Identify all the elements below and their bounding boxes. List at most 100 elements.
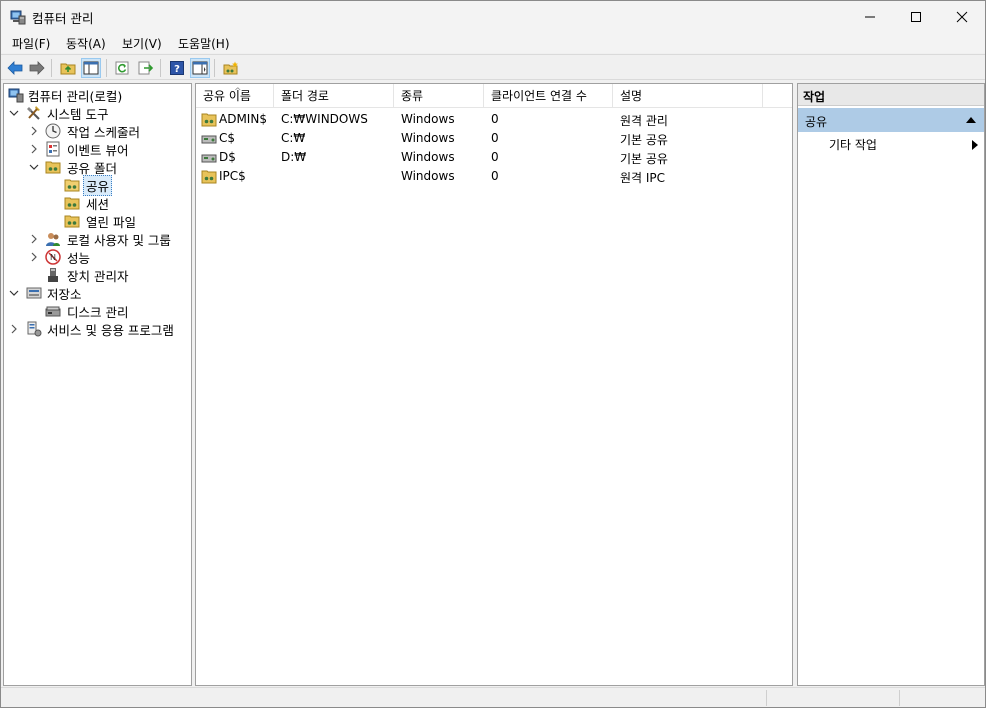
- new-share-button[interactable]: [221, 58, 241, 78]
- tree-label: 공유: [83, 174, 113, 196]
- tree-item-event-viewer[interactable]: 이벤트 뷰어: [4, 140, 191, 158]
- tree-label: 저장소: [47, 286, 82, 302]
- cell-client-connections: 0: [491, 169, 499, 183]
- chevron-right-icon[interactable]: [29, 126, 39, 136]
- tree-label: 서비스 및 응용 프로그램: [47, 322, 174, 338]
- cell-description: 기본 공유: [620, 133, 668, 147]
- tree-item-open-files[interactable]: 열린 파일: [4, 212, 191, 230]
- toolbar-separator: [160, 59, 161, 77]
- chevron-down-icon[interactable]: [9, 288, 19, 298]
- tree-label: 시스템 도구: [47, 106, 109, 122]
- tree-label: 세션: [86, 196, 110, 212]
- forward-button[interactable]: [27, 58, 47, 78]
- back-button[interactable]: [5, 58, 25, 78]
- tree-item-task-scheduler[interactable]: 작업 스케줄러: [4, 122, 191, 140]
- column-header-type[interactable]: 종류: [394, 84, 484, 108]
- drive-share-icon: [201, 154, 217, 163]
- share-folder-icon: [201, 170, 217, 184]
- cell-share-name: C$: [219, 131, 236, 145]
- menu-help[interactable]: 도움말(H): [175, 34, 233, 53]
- column-header-description[interactable]: 설명: [613, 84, 763, 108]
- tools-icon: [27, 106, 40, 120]
- maximize-button[interactable]: [893, 1, 939, 32]
- toolbar: ?: [1, 54, 985, 80]
- column-header-folder-path[interactable]: 폴더 경로: [274, 84, 394, 108]
- chevron-right-icon[interactable]: [9, 324, 19, 334]
- collapse-up-icon[interactable]: [966, 116, 976, 123]
- tree-label: 이벤트 뷰어: [67, 142, 129, 158]
- sort-ascending-icon: ^: [234, 87, 242, 97]
- cell-share-name: D$: [219, 150, 236, 164]
- menu-action[interactable]: 동작(A): [63, 34, 109, 53]
- tree-label: 열린 파일: [86, 214, 136, 230]
- tree-label: 성능: [67, 250, 91, 266]
- tree-label: 디스크 관리: [67, 304, 129, 320]
- submenu-arrow-icon[interactable]: [972, 140, 978, 150]
- computer-management-window: 컴퓨터 관리 파일(F) 동작(A) 보기(V) 도움말(H) ? 컴퓨터 관리…: [0, 0, 986, 708]
- more-actions-item[interactable]: 기타 작업: [829, 136, 877, 153]
- share-folder-open-icon: [64, 179, 80, 192]
- disk-icon: [45, 306, 61, 317]
- console-tree: 컴퓨터 관리(로컬) 시스템 도구 작업 스케줄러 이벤트 뷰어 공유 폴더 공…: [3, 83, 192, 686]
- drive-share-icon: [201, 135, 217, 144]
- up-folder-icon: [60, 63, 76, 75]
- minimize-icon: [865, 16, 875, 17]
- forward-icon: [29, 61, 45, 75]
- show-hide-tree-button[interactable]: [81, 58, 101, 78]
- cell-folder-path: C:₩WINDOWS: [281, 112, 368, 126]
- tree-item-local-users[interactable]: 로컬 사용자 및 그룹: [4, 230, 191, 248]
- event-viewer-icon: [46, 141, 60, 157]
- export-list-icon: [138, 61, 154, 75]
- cell-client-connections: 0: [491, 112, 499, 126]
- cell-description: 원격 IPC: [620, 171, 666, 185]
- show-hide-action-pane-button[interactable]: [190, 58, 210, 78]
- cell-folder-path: C:₩: [281, 131, 306, 145]
- tree-item-device-manager[interactable]: 장치 관리자: [4, 266, 191, 284]
- actions-pane: 작업 공유 기타 작업: [797, 83, 985, 686]
- tree-item-root[interactable]: 컴퓨터 관리(로컬): [4, 86, 191, 104]
- users-icon: [46, 233, 60, 246]
- actions-title: 작업: [798, 84, 984, 106]
- close-button[interactable]: [939, 1, 985, 32]
- tree-item-system-tools[interactable]: 시스템 도구: [4, 104, 191, 122]
- computer-management-icon: [8, 88, 24, 103]
- sessions-folder-icon: [64, 197, 80, 210]
- tree-item-disk-management[interactable]: 디스크 관리: [4, 302, 191, 320]
- window-title: 컴퓨터 관리: [32, 11, 94, 26]
- tree-item-services-apps[interactable]: 서비스 및 응용 프로그램: [4, 320, 191, 338]
- menu-view[interactable]: 보기(V): [119, 34, 165, 53]
- performance-icon: N: [45, 249, 61, 265]
- table-row[interactable]: C$ C:₩ Windows 0 기본 공유: [196, 129, 792, 148]
- chevron-right-icon[interactable]: [29, 144, 39, 154]
- table-row[interactable]: IPC$ Windows 0 원격 IPC: [196, 167, 792, 186]
- tree-item-performance[interactable]: N 성능: [4, 248, 191, 266]
- column-header-share-name[interactable]: ^ 공유 이름: [196, 84, 274, 108]
- table-row[interactable]: D$ D:₩ Windows 0 기본 공유: [196, 148, 792, 167]
- minimize-button[interactable]: [847, 1, 893, 32]
- storage-icon: [26, 287, 42, 299]
- up-folder-button[interactable]: [58, 58, 78, 78]
- clock-icon: [45, 123, 61, 139]
- cell-share-name: IPC$: [219, 169, 246, 183]
- table-row[interactable]: ADMIN$ C:₩WINDOWS Windows 0 원격 관리: [196, 110, 792, 129]
- tree-item-shared-folders[interactable]: 공유 폴더: [4, 158, 191, 176]
- chevron-down-icon[interactable]: [29, 162, 39, 172]
- show-hide-tree-icon: [83, 61, 99, 75]
- cell-description: 기본 공유: [620, 152, 668, 166]
- menu-bar: 파일(F) 동작(A) 보기(V) 도움말(H): [1, 32, 985, 53]
- help-button[interactable]: ?: [167, 58, 187, 78]
- refresh-button[interactable]: [113, 58, 133, 78]
- back-icon: [7, 61, 23, 75]
- title-bar: 컴퓨터 관리: [1, 1, 985, 32]
- menu-file[interactable]: 파일(F): [9, 34, 53, 53]
- actions-group-shares[interactable]: 공유: [798, 108, 984, 132]
- toolbar-separator: [51, 59, 52, 77]
- chevron-right-icon[interactable]: [29, 234, 39, 244]
- tree-item-storage[interactable]: 저장소: [4, 284, 191, 302]
- tree-item-shares[interactable]: 공유: [4, 174, 191, 196]
- column-header-client-connections[interactable]: 클라이언트 연결 수: [484, 84, 613, 108]
- export-list-button[interactable]: [136, 58, 156, 78]
- chevron-right-icon[interactable]: [29, 252, 39, 262]
- tree-item-sessions[interactable]: 세션: [4, 194, 191, 212]
- chevron-down-icon[interactable]: [9, 108, 19, 118]
